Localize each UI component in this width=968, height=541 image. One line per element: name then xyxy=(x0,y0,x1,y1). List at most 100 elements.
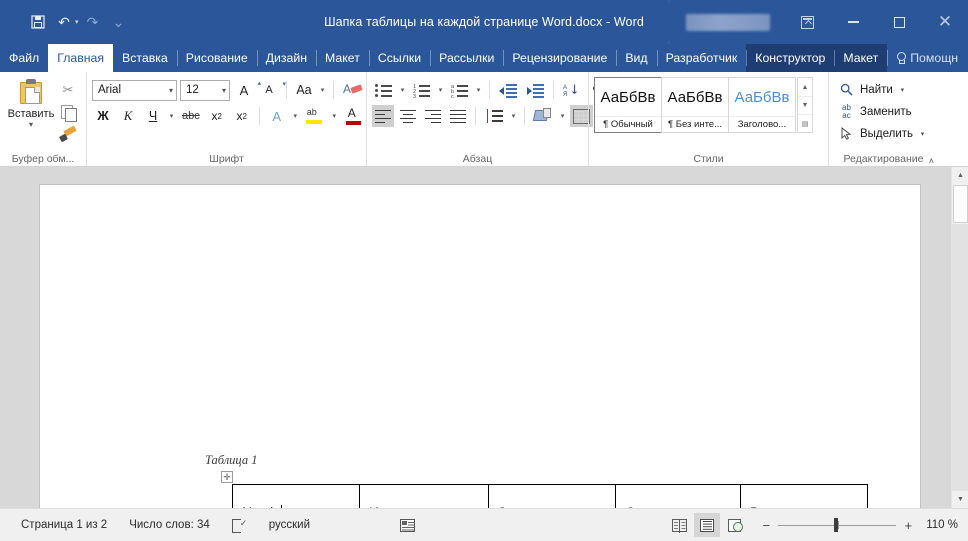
text-effects-dropdown-icon[interactable]: ▾ xyxy=(291,112,300,120)
subscript-button[interactable]: x2 xyxy=(206,105,228,127)
multilevel-dropdown-icon[interactable]: ▾ xyxy=(474,86,483,94)
scroll-down-icon[interactable]: ▼ xyxy=(952,491,968,508)
vertical-scrollbar[interactable]: ▲ ▼ xyxy=(951,167,968,508)
document-page[interactable]: Таблица 1 ✛ № п/п Исполнитель Задача Оце… xyxy=(40,185,920,515)
grow-font-icon[interactable]: A▴ xyxy=(233,79,255,101)
underline-dropdown-icon[interactable]: ▾ xyxy=(167,112,176,120)
macro-recording[interactable] xyxy=(389,513,426,537)
font-name-combo[interactable]: Arial ▾ xyxy=(92,80,177,101)
clear-formatting-icon[interactable] xyxy=(340,79,366,101)
redo-icon[interactable]: ↷ xyxy=(81,10,105,34)
proofing-status[interactable] xyxy=(221,513,258,537)
line-spacing-icon[interactable] xyxy=(482,105,506,127)
tab-insert[interactable]: Вставка xyxy=(113,44,177,72)
font-size-dropdown-icon[interactable]: ▾ xyxy=(218,86,226,95)
style-item-normal[interactable]: АаБбВв ¶ Обычный xyxy=(594,77,662,133)
align-right-icon[interactable] xyxy=(422,105,444,127)
tab-table-layout[interactable]: Макет xyxy=(834,44,887,72)
scrollbar-thumb[interactable] xyxy=(953,185,968,223)
ribbon-display-options-icon[interactable] xyxy=(784,0,830,44)
superscript-button[interactable]: x2 xyxy=(231,105,253,127)
strikethrough-button[interactable]: abc xyxy=(179,105,203,127)
text-effects-icon[interactable]: A xyxy=(266,108,288,124)
sort-icon[interactable]: AЯ xyxy=(560,79,582,101)
format-painter-icon[interactable] xyxy=(57,124,79,144)
user-account-label[interactable] xyxy=(686,14,770,31)
numbering-dropdown-icon[interactable]: ▾ xyxy=(436,86,445,94)
shading-icon[interactable] xyxy=(531,105,555,127)
tab-view[interactable]: Вид xyxy=(616,44,656,72)
close-button[interactable]: ✕ xyxy=(922,0,968,44)
replace-button[interactable]: abac Заменить xyxy=(838,101,927,122)
tab-references[interactable]: Ссылки xyxy=(369,44,430,72)
page-indicator[interactable]: Страница 1 из 2 xyxy=(10,513,118,537)
undo-dropdown-icon[interactable]: ▾ xyxy=(75,18,79,26)
highlight-dropdown-icon[interactable]: ▾ xyxy=(330,112,339,120)
maximize-button[interactable] xyxy=(876,0,922,44)
minimize-button[interactable] xyxy=(830,0,876,44)
scroll-up-icon[interactable]: ▲ xyxy=(952,167,968,184)
underline-button[interactable]: Ч xyxy=(142,105,164,127)
zoom-slider-thumb[interactable] xyxy=(834,518,838,532)
select-dropdown-icon[interactable]: ▾ xyxy=(918,130,927,138)
font-size-combo[interactable]: 12 ▾ xyxy=(180,80,230,101)
bullets-icon[interactable] xyxy=(372,79,395,101)
print-layout-button[interactable] xyxy=(694,513,720,537)
align-left-icon[interactable] xyxy=(372,105,394,127)
tab-design[interactable]: Дизайн xyxy=(257,44,316,72)
language-indicator[interactable]: русский xyxy=(258,513,321,537)
styles-more-icon[interactable]: ▤ xyxy=(798,114,812,132)
save-icon[interactable] xyxy=(26,10,50,34)
bold-button[interactable]: Ж xyxy=(92,105,114,127)
decrease-indent-icon[interactable] xyxy=(496,79,520,101)
web-layout-button[interactable] xyxy=(722,513,748,537)
zoom-in-button[interactable]: + xyxy=(898,515,918,535)
table-caption[interactable]: Таблица 1 xyxy=(205,453,257,468)
paste-button[interactable]: Вставить ▾ xyxy=(5,76,57,129)
highlight-color-icon[interactable] xyxy=(303,105,327,127)
justify-icon[interactable] xyxy=(447,105,469,127)
tab-table-design[interactable]: Конструктор xyxy=(746,44,834,72)
styles-scroll-up-icon[interactable]: ▲ xyxy=(798,78,812,96)
font-name-dropdown-icon[interactable]: ▾ xyxy=(165,86,173,95)
copy-icon[interactable] xyxy=(57,102,79,122)
undo-icon[interactable]: ↶ xyxy=(52,10,76,34)
table-move-handle-icon[interactable]: ✛ xyxy=(221,471,233,483)
tab-mailings[interactable]: Рассылки xyxy=(430,44,503,72)
tab-tell-me[interactable]: Помощн xyxy=(887,44,967,72)
font-color-icon[interactable] xyxy=(342,105,366,127)
style-item-heading[interactable]: АаБбВв Заголово... xyxy=(728,77,796,133)
find-dropdown-icon[interactable]: ▾ xyxy=(898,86,907,94)
zoom-slider[interactable] xyxy=(776,515,898,535)
numbering-icon[interactable]: 123 xyxy=(410,79,433,101)
style-item-no-spacing[interactable]: АаБбВв ¶ Без инте... xyxy=(661,77,729,133)
align-center-icon[interactable] xyxy=(397,105,419,127)
tab-layout[interactable]: Макет xyxy=(316,44,369,72)
customize-qat-icon[interactable]: ⌄ xyxy=(107,10,131,34)
bullets-dropdown-icon[interactable]: ▾ xyxy=(398,86,407,94)
tab-review[interactable]: Рецензирование xyxy=(503,44,616,72)
change-case-dropdown-icon[interactable]: ▾ xyxy=(318,86,327,94)
cut-icon[interactable]: ✂ xyxy=(57,80,79,100)
tab-developer[interactable]: Разработчик xyxy=(657,44,747,72)
collapse-ribbon-icon[interactable]: ˄ xyxy=(929,156,934,166)
italic-button[interactable]: К xyxy=(117,105,139,127)
tab-home[interactable]: Главная xyxy=(48,44,113,72)
shading-dropdown-icon[interactable]: ▾ xyxy=(558,112,567,120)
paste-dropdown-icon[interactable]: ▾ xyxy=(29,121,33,129)
read-mode-button[interactable] xyxy=(666,513,692,537)
zoom-level-label[interactable]: 110 % xyxy=(918,519,958,531)
zoom-out-button[interactable]: − xyxy=(756,515,776,535)
select-button[interactable]: Выделить ▾ xyxy=(838,123,927,144)
styles-scroll-down-icon[interactable]: ▼ xyxy=(798,96,812,114)
word-count[interactable]: Число слов: 34 xyxy=(118,513,221,537)
tab-draw[interactable]: Рисование xyxy=(177,44,257,72)
shrink-font-icon[interactable]: A▾ xyxy=(258,79,280,101)
multilevel-list-icon[interactable]: abc xyxy=(448,79,471,101)
increase-indent-icon[interactable] xyxy=(523,79,547,101)
change-case-icon[interactable]: Aa xyxy=(293,79,315,101)
line-spacing-dropdown-icon[interactable]: ▾ xyxy=(509,112,518,120)
find-button[interactable]: Найти ▾ xyxy=(838,79,927,100)
document-canvas[interactable]: Таблица 1 ✛ № п/п Исполнитель Задача Оце… xyxy=(0,167,968,508)
tab-file[interactable]: Файл xyxy=(0,44,48,72)
